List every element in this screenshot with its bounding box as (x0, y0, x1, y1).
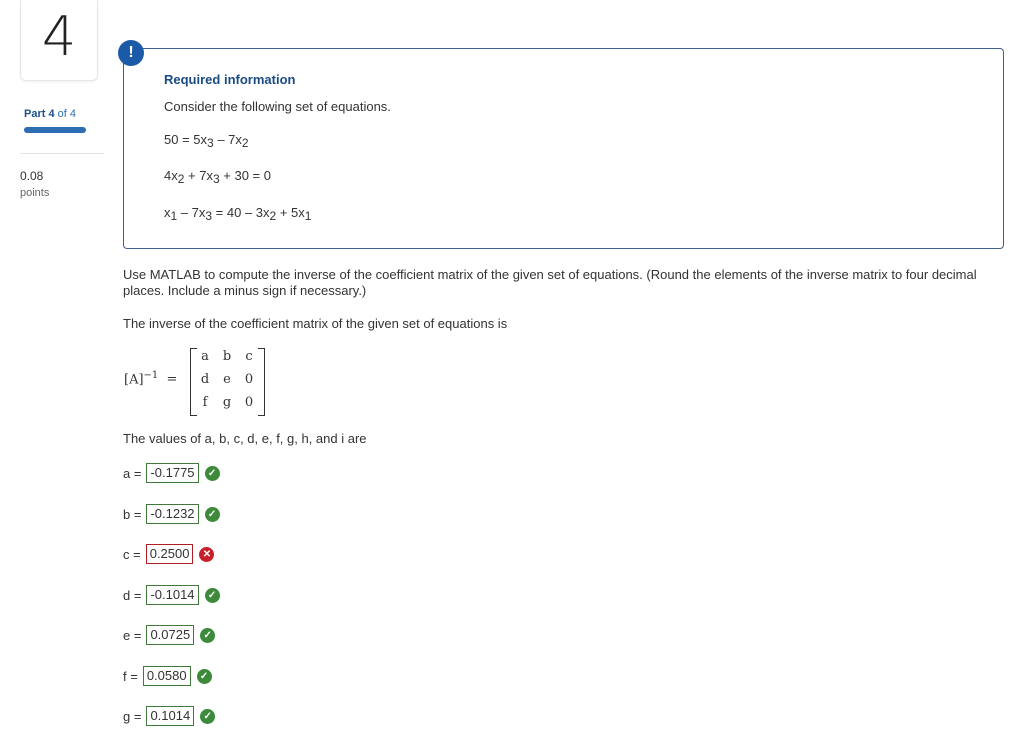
answer-label: d = (123, 587, 142, 603)
matrix-cell: a (201, 349, 209, 364)
points-label: points (20, 187, 50, 199)
part-progress-bar (24, 127, 86, 133)
answer-row-e: e = 0.0725 ✓ (123, 625, 216, 645)
answer-row-b: b = -0.1232 ✓ (123, 504, 220, 524)
matrix-symbol: [A] (124, 372, 144, 388)
answer-label: e = (123, 627, 142, 643)
equation-3: x1 – 7x3 = 40 – 3x2 + 5x1 (164, 205, 311, 223)
matrix-cell: 0 (244, 372, 254, 387)
equation-1: 50 = 5x3 – 7x2 (164, 132, 249, 150)
matrix-cell: d (200, 372, 210, 387)
eq2-text: + 7x (184, 168, 213, 183)
eq2-text: 4x (164, 168, 178, 183)
matrix-label: [A]−1 = (124, 370, 177, 387)
answer-input-c[interactable]: 0.2500 (145, 544, 194, 564)
eq3-sub: 1 (304, 209, 312, 223)
answer-input-a[interactable]: -0.1775 (146, 463, 199, 483)
correct-icon: ✓ (200, 627, 216, 643)
inverse-matrix: a b c d e 0 f g 0 (190, 348, 265, 416)
eq3-text: = 40 – 3x (212, 205, 270, 220)
eq3-text: – 7x (177, 205, 206, 220)
matrix-cell: g (222, 395, 232, 410)
answer-label: g = (123, 708, 142, 724)
matrix-cell: f (202, 395, 208, 410)
equation-2: 4x2 + 7x3 + 30 = 0 (164, 168, 271, 186)
answer-label: b = (123, 506, 142, 522)
correct-icon: ✓ (204, 465, 220, 481)
eq3-text: + 5x (276, 205, 305, 220)
answer-row-c: c = 0.2500 ✕ (123, 544, 215, 564)
matrix-cell: b (222, 349, 232, 364)
matrix-cell: e (223, 372, 231, 387)
part-current: 4 (48, 108, 55, 120)
answer-input-b[interactable]: -0.1232 (146, 504, 199, 524)
part-indicator: Part 4 of 4 (24, 108, 76, 120)
answer-label: f = (123, 668, 138, 684)
eq1-text: – 7x (213, 132, 242, 147)
matrix-cell: 0 (244, 395, 254, 410)
matrix-equals: = (166, 372, 178, 388)
incorrect-icon: ✕ (199, 546, 215, 562)
points-value: 0.08 (20, 169, 44, 183)
values-intro: The values of a, b, c, d, e, f, g, h, an… (123, 431, 367, 446)
answer-row-f: f = 0.0580 ✓ (123, 666, 212, 686)
answer-row-a: a = -0.1775 ✓ (123, 463, 220, 483)
answer-input-d[interactable]: -0.1014 (146, 585, 199, 605)
eq2-text: + 30 = 0 (219, 168, 271, 183)
question-number-card: 4 (20, 0, 98, 81)
matrix-exponent: −1 (143, 370, 159, 381)
answer-label: a = (123, 465, 142, 481)
answer-label: c = (123, 546, 141, 562)
eq2-sub: 3 (212, 172, 220, 186)
alert-icon: ! (118, 40, 144, 66)
question-number: 4 (41, 5, 77, 68)
answer-row-g: g = 0.1014 ✓ (123, 706, 216, 726)
answer-input-f[interactable]: 0.0580 (142, 666, 191, 686)
answer-input-g[interactable]: 0.1014 (146, 706, 195, 726)
eq1-sub: 2 (241, 136, 249, 150)
matrix-statement: The inverse of the coefficient matrix of… (123, 316, 508, 331)
answer-input-e[interactable]: 0.0725 (146, 625, 195, 645)
info-title: Required information (164, 72, 296, 87)
rail-divider (20, 153, 104, 154)
correct-icon: ✓ (200, 708, 216, 724)
correct-icon: ✓ (204, 587, 220, 603)
correct-icon: ✓ (196, 668, 212, 684)
matrix-cell: c (245, 349, 253, 364)
question-prompt: Use MATLAB to compute the inverse of the… (123, 267, 977, 298)
part-total: of 4 (57, 108, 77, 120)
correct-icon: ✓ (204, 506, 220, 522)
info-intro: Consider the following set of equations. (164, 99, 391, 114)
eq1-sub: 3 (207, 136, 214, 150)
part-label: Part (24, 108, 46, 120)
eq1-text: 50 = 5x (164, 132, 208, 147)
answer-row-d: d = -0.1014 ✓ (123, 585, 220, 605)
